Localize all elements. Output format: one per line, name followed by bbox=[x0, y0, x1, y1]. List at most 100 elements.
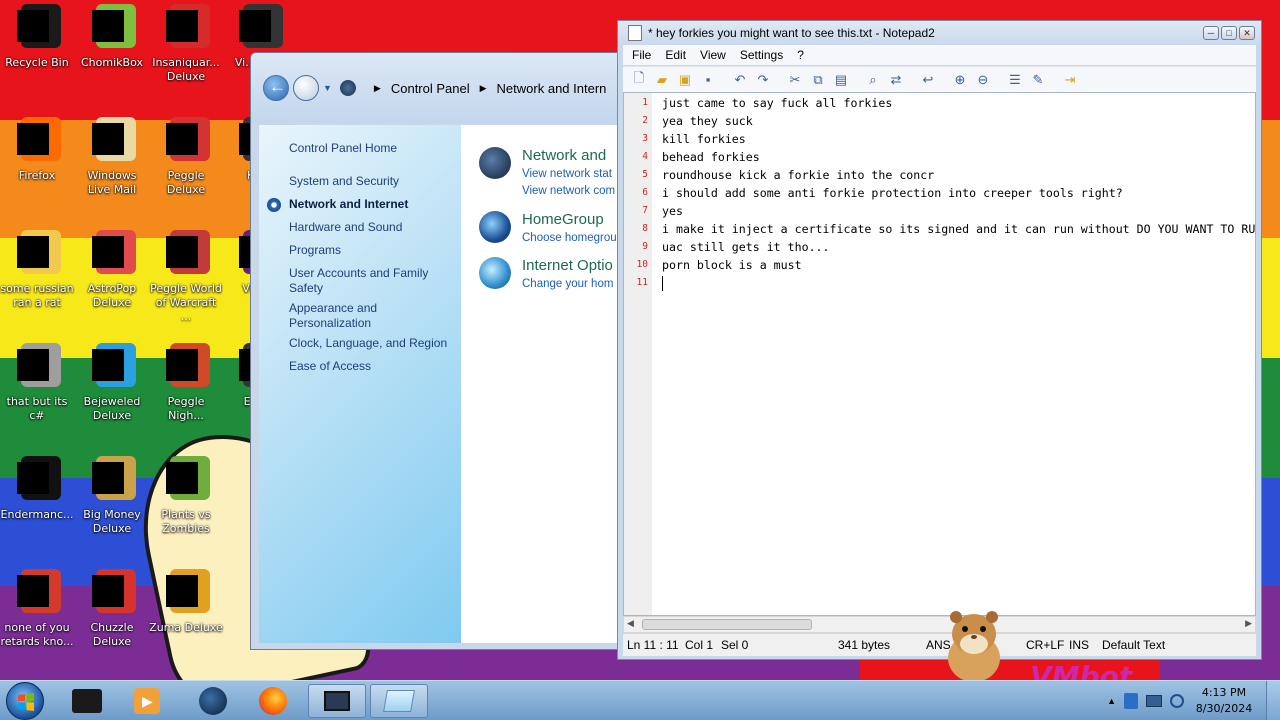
scroll-right-icon[interactable]: ▶ bbox=[1245, 618, 1252, 629]
link-change-home-page[interactable]: Change your hom bbox=[522, 278, 613, 290]
menu-file[interactable]: File bbox=[632, 48, 651, 62]
control-panel-window[interactable]: ▼ ▶ Control Panel ▶ Network and Intern C… bbox=[250, 52, 620, 650]
taskbar-app-notepad[interactable] bbox=[370, 684, 428, 718]
sidebar-item-network-and-internet[interactable]: Network and Internet bbox=[289, 197, 454, 212]
scheme-icon[interactable]: ☰ bbox=[1005, 70, 1025, 90]
desktop-icon[interactable]: Windows Live Mail bbox=[75, 117, 149, 197]
sidebar-item-control-panel-home[interactable]: Control Panel Home bbox=[289, 141, 454, 156]
desktop-icon[interactable]: some russian ran a rat bbox=[0, 230, 74, 310]
desktop-icon-label: Endermanc... bbox=[0, 508, 74, 521]
start-button[interactable] bbox=[6, 682, 44, 720]
taskbar-app-control-panel[interactable] bbox=[308, 684, 366, 718]
desktop-icon[interactable]: Bejeweled Deluxe bbox=[75, 343, 149, 423]
desktop-icon[interactable]: ChomikBox bbox=[75, 4, 149, 70]
notepad-title-bar[interactable]: * hey forkies you might want to see this… bbox=[618, 21, 1261, 45]
taskbar-app-terminal[interactable] bbox=[60, 684, 114, 718]
tray-shield-icon[interactable] bbox=[1124, 693, 1138, 709]
status-scheme[interactable]: Default Text bbox=[1102, 638, 1165, 652]
desktop-icon[interactable]: Endermanc... bbox=[0, 456, 74, 522]
replace-icon[interactable]: ⇄ bbox=[886, 70, 906, 90]
sidebar-item-clock-language-region[interactable]: Clock, Language, and Region bbox=[289, 336, 454, 351]
network-tray-icon[interactable] bbox=[1146, 695, 1162, 707]
show-desktop-button[interactable] bbox=[1266, 681, 1280, 720]
notepad-window[interactable]: * hey forkies you might want to see this… bbox=[617, 20, 1262, 660]
forward-arrow-icon[interactable] bbox=[293, 75, 319, 101]
sidebar-item-hardware-and-sound[interactable]: Hardware and Sound bbox=[289, 220, 454, 235]
taskbar-app-media-player[interactable]: ▶ bbox=[120, 684, 174, 718]
line-text: i should add some anti forkie protection… bbox=[662, 186, 1123, 200]
sidebar-item-programs[interactable]: Programs bbox=[289, 243, 454, 258]
scroll-left-icon[interactable]: ◀ bbox=[627, 618, 634, 629]
desktop-icon[interactable]: Zuma Deluxe bbox=[149, 569, 223, 635]
sidebar-item-appearance[interactable]: Appearance and Personalization bbox=[289, 301, 454, 331]
scrollbar-thumb[interactable] bbox=[642, 619, 812, 630]
desktop-icon[interactable]: Peggle Nigh... bbox=[149, 343, 223, 423]
menu-settings[interactable]: Settings bbox=[740, 48, 783, 62]
desktop-icon[interactable]: Big Money Deluxe bbox=[75, 456, 149, 536]
minimize-icon[interactable]: ─ bbox=[1203, 26, 1219, 40]
status-column: Col 1 bbox=[685, 638, 714, 652]
status-line-endings[interactable]: CR+LF bbox=[1026, 638, 1064, 652]
sidebar-item-system-and-security[interactable]: System and Security bbox=[289, 174, 454, 189]
link-choose-homegroup[interactable]: Choose homegrou bbox=[522, 232, 617, 244]
desktop-icon[interactable]: Firefox bbox=[0, 117, 74, 183]
breadcrumb-network-and-internet[interactable]: Network and Intern bbox=[497, 81, 607, 96]
maximize-icon[interactable]: □ bbox=[1221, 26, 1237, 40]
breadcrumb-control-panel[interactable]: Control Panel bbox=[391, 81, 470, 96]
zoom-out-icon[interactable]: ⊖ bbox=[973, 70, 993, 90]
media-player-icon: ▶ bbox=[134, 688, 160, 714]
taskbar-clock[interactable]: 4:13 PM 8/30/2024 bbox=[1192, 685, 1256, 717]
taskbar-app-globe[interactable] bbox=[186, 684, 240, 718]
peggle-nights-icon bbox=[162, 343, 210, 391]
line-number: 2 bbox=[642, 115, 648, 126]
show-hidden-icons-chevron-icon[interactable]: ▲ bbox=[1107, 696, 1116, 706]
exit-icon[interactable]: ⇥ bbox=[1060, 70, 1080, 90]
find-icon[interactable]: ⌕ bbox=[863, 70, 883, 90]
undo-icon[interactable]: ↶ bbox=[730, 70, 750, 90]
new-file-icon[interactable]: 🗋 bbox=[629, 70, 649, 90]
customize-icon[interactable]: ✎ bbox=[1028, 70, 1048, 90]
zoom-in-icon[interactable]: ⊕ bbox=[950, 70, 970, 90]
menu-edit[interactable]: Edit bbox=[665, 48, 686, 62]
line-text: porn block is a must bbox=[662, 258, 802, 272]
text-editor[interactable]: 1 just came to say fuck all forkies 2 yea t… bbox=[623, 92, 1256, 616]
redo-icon[interactable]: ↷ bbox=[753, 70, 773, 90]
desktop-icon[interactable]: Peggle World of Warcraft ... bbox=[149, 230, 223, 324]
chomikbox-icon bbox=[88, 4, 136, 52]
toolbar: 🗋 ▰ ▣ ▪ ↶ ↷ ✂ ⧉ ▤ ⌕ ⇄ ↩ ⊕ ⊖ ☰ ✎ ⇥ bbox=[623, 66, 1256, 92]
link-view-network-computers[interactable]: View network com bbox=[522, 185, 615, 197]
menu-help[interactable]: ? bbox=[797, 48, 804, 62]
cut-icon[interactable]: ✂ bbox=[785, 70, 805, 90]
back-arrow-icon[interactable] bbox=[263, 75, 289, 101]
word-wrap-icon[interactable]: ↩ bbox=[918, 70, 938, 90]
sidebar-item-user-accounts[interactable]: User Accounts and Family Safety bbox=[289, 266, 454, 296]
category-title-homegroup[interactable]: HomeGroup bbox=[522, 211, 604, 228]
recent-pages-chevron-icon[interactable]: ▼ bbox=[323, 83, 332, 93]
save-icon[interactable]: ▪ bbox=[698, 70, 718, 90]
desktop-icon[interactable]: none of you retards kno... bbox=[0, 569, 74, 649]
link-view-network-status[interactable]: View network stat bbox=[522, 168, 612, 180]
desktop-icon[interactable]: Insaniquar... Deluxe bbox=[149, 4, 223, 84]
firefox-icon bbox=[13, 117, 61, 165]
sidebar-item-ease-of-access[interactable]: Ease of Access bbox=[289, 359, 454, 374]
browse-icon[interactable]: ▣ bbox=[675, 70, 695, 90]
desktop-icon[interactable]: AstroPop Deluxe bbox=[75, 230, 149, 310]
category-title-network[interactable]: Network and bbox=[522, 147, 606, 164]
copy-icon[interactable]: ⧉ bbox=[808, 70, 828, 90]
paste-icon[interactable]: ▤ bbox=[831, 70, 851, 90]
desktop-icon[interactable]: Chuzzle Deluxe bbox=[75, 569, 149, 649]
desktop-icon[interactable]: that but its c# bbox=[0, 343, 74, 423]
taskbar: ▶ ▲ 4:13 PM 8/30/2024 bbox=[0, 680, 1280, 720]
close-icon[interactable]: ✕ bbox=[1239, 26, 1255, 40]
desktop-icon[interactable]: Peggle Deluxe bbox=[149, 117, 223, 197]
window-controls: ─ □ ✕ bbox=[1203, 26, 1255, 40]
line-text: kill forkies bbox=[662, 132, 746, 146]
menu-view[interactable]: View bbox=[700, 48, 726, 62]
category-title-internet-options[interactable]: Internet Optio bbox=[522, 257, 613, 274]
taskbar-app-firefox[interactable] bbox=[246, 684, 300, 718]
desktop-icon[interactable]: Recycle Bin bbox=[0, 4, 74, 70]
desktop-icon[interactable]: Plants vs Zombies bbox=[149, 456, 223, 536]
open-folder-icon[interactable]: ▰ bbox=[652, 70, 672, 90]
system-tray: ▲ bbox=[1107, 681, 1184, 720]
volume-tray-icon[interactable] bbox=[1170, 694, 1184, 708]
